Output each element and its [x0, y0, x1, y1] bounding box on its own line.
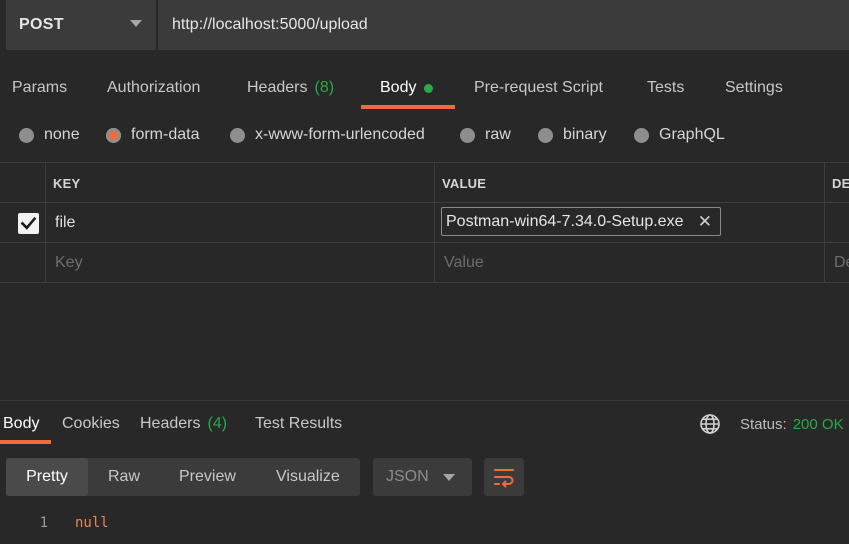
column-divider	[824, 203, 825, 243]
description-input[interactable]: De	[834, 243, 849, 283]
column-divider	[45, 163, 46, 203]
format-select[interactable]: JSON	[373, 458, 472, 496]
tab-label: Authorization	[107, 79, 201, 96]
tab-settings[interactable]: Settings	[725, 66, 783, 110]
form-data-table: KEY VALUE DE file Postman-win64-7.34.0-S…	[0, 162, 849, 283]
tab-label: Tests	[647, 79, 685, 96]
tab-tests[interactable]: Tests	[647, 66, 684, 110]
radio-binary[interactable]: binary	[538, 120, 607, 150]
column-header-value: VALUE	[442, 175, 487, 191]
response-tab-cookies[interactable]: Cookies	[62, 410, 120, 438]
value-input[interactable]: Value	[444, 243, 484, 283]
column-divider	[824, 163, 825, 203]
radio-label: none	[44, 126, 80, 143]
method-select[interactable]: POST	[6, 0, 156, 50]
radio-circle	[106, 127, 121, 143]
tab-authorization[interactable]: Authorization	[107, 66, 200, 110]
checkmark-icon	[20, 216, 37, 230]
headers-count: (8)	[314, 79, 335, 96]
view-pretty-button[interactable]: Pretty	[6, 458, 88, 496]
view-label: Preview	[179, 468, 236, 485]
tab-label: Cookies	[62, 415, 120, 432]
tab-params[interactable]: Params	[12, 66, 67, 110]
tab-label: Pre-request Script	[474, 79, 603, 96]
url-input[interactable]: http://localhost:5000/upload	[158, 0, 849, 50]
column-divider	[45, 203, 46, 243]
tab-label: Body	[380, 79, 417, 96]
column-divider	[434, 163, 435, 203]
view-label: Raw	[108, 468, 141, 485]
view-raw-button[interactable]: Raw	[108, 458, 140, 496]
response-tab-body[interactable]: Body	[3, 410, 39, 438]
tab-label: Headers	[247, 79, 308, 96]
radio-circle	[230, 127, 245, 143]
column-divider	[45, 243, 46, 283]
response-code-line: 1 null	[0, 512, 109, 534]
tab-label: Test Results	[255, 415, 343, 432]
row-enabled-checkbox[interactable]	[18, 213, 39, 234]
response-divider	[0, 400, 849, 401]
response-tab-headers[interactable]: Headers (4)	[140, 410, 227, 438]
view-preview-button[interactable]: Preview	[179, 458, 236, 496]
table-row-new: Key Value De	[0, 243, 849, 283]
tab-label: Settings	[725, 79, 783, 96]
response-headers-count: (4)	[207, 415, 228, 432]
column-header-key: KEY	[53, 175, 81, 191]
radio-raw[interactable]: raw	[460, 120, 511, 150]
view-label: Visualize	[276, 468, 340, 485]
radio-graphql[interactable]: GraphQL	[634, 120, 725, 150]
tab-headers[interactable]: Headers (8)	[247, 66, 334, 110]
table-header-row: KEY VALUE DE	[0, 163, 849, 203]
active-response-tab-indicator	[0, 440, 51, 444]
column-header-description: DE	[832, 175, 849, 191]
view-visualize-button[interactable]: Visualize	[276, 458, 340, 496]
request-bar: POST http://localhost:5000/upload	[0, 0, 849, 50]
tab-pre-request-script[interactable]: Pre-request Script	[474, 66, 603, 110]
radio-label: x-www-form-urlencoded	[255, 126, 425, 143]
active-tab-indicator	[361, 105, 455, 109]
globe-icon[interactable]	[699, 413, 721, 435]
wrap-lines-button[interactable]	[484, 458, 524, 496]
column-divider	[824, 243, 825, 283]
radio-circle	[460, 127, 475, 143]
radio-circle	[19, 127, 34, 143]
modified-indicator-icon	[424, 83, 434, 93]
radio-label: GraphQL	[659, 126, 725, 143]
chevron-down-icon	[443, 474, 455, 481]
radio-label: binary	[563, 126, 607, 143]
view-mode-group: Pretty Raw Preview Visualize	[6, 458, 360, 496]
method-label: POST	[19, 16, 64, 33]
radio-form-data[interactable]: form-data	[106, 120, 199, 150]
key-field[interactable]: file	[55, 203, 75, 243]
response-tab-test-results[interactable]: Test Results	[255, 410, 342, 438]
chevron-down-icon	[130, 20, 142, 27]
radio-label: form-data	[131, 126, 200, 143]
wrap-lines-icon	[494, 469, 514, 488]
close-icon[interactable]: ✕	[698, 213, 712, 230]
tab-label: Body	[3, 415, 40, 432]
file-name: Postman-win64-7.34.0-Setup.exe	[446, 212, 684, 230]
radio-none[interactable]: none	[19, 120, 80, 150]
column-divider	[434, 243, 435, 283]
tab-label: Headers	[140, 415, 201, 432]
radio-circle	[634, 127, 649, 143]
radio-label: raw	[485, 126, 511, 143]
tab-label: Params	[12, 79, 68, 96]
file-chip[interactable]: Postman-win64-7.34.0-Setup.exe ✕	[441, 207, 721, 236]
radio-circle	[538, 127, 553, 143]
view-label: Pretty	[26, 468, 68, 485]
key-input[interactable]: Key	[55, 243, 83, 283]
format-label: JSON	[386, 468, 429, 485]
line-number: 1	[39, 515, 48, 531]
response-status: Status: 200 OK	[740, 410, 844, 438]
table-row: file Postman-win64-7.34.0-Setup.exe ✕	[0, 203, 849, 243]
column-divider	[434, 203, 435, 243]
radio-x-www-form-urlencoded[interactable]: x-www-form-urlencoded	[230, 120, 425, 150]
code-value: null	[75, 515, 109, 531]
status-label: Status:	[740, 415, 787, 433]
tab-body[interactable]: Body	[380, 66, 434, 110]
status-code: 200 OK	[792, 415, 844, 433]
